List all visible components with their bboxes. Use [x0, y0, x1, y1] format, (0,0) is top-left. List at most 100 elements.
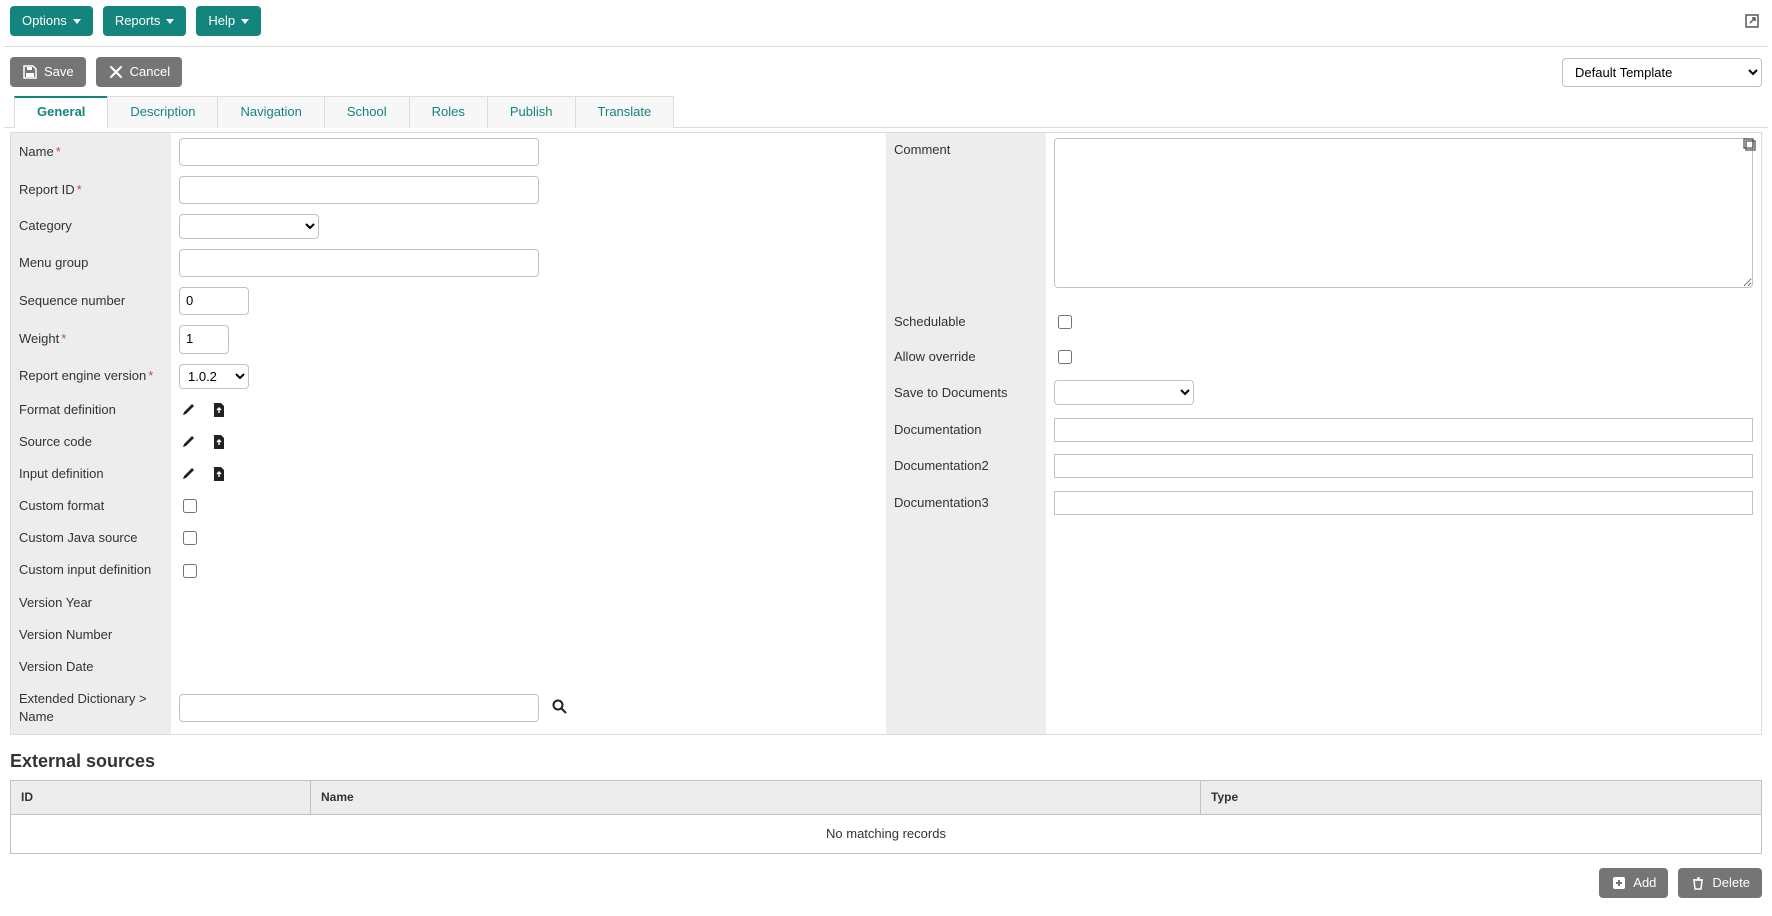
external-sources-table: ID Name Type No matching records [10, 780, 1762, 854]
template-select[interactable]: Default Template [1562, 58, 1762, 87]
action-bar: Save Cancel Default Template [4, 47, 1768, 95]
caret-down-icon [241, 19, 249, 24]
category-select[interactable] [179, 214, 319, 239]
schedulable-checkbox[interactable] [1058, 315, 1072, 329]
pencil-icon [181, 402, 197, 418]
caret-down-icon [73, 19, 81, 24]
label-menu-group: Menu group [11, 244, 171, 282]
tab-general[interactable]: General [14, 96, 108, 127]
label-weight: Weight* [11, 320, 171, 358]
format-definition-edit-button[interactable] [179, 400, 199, 420]
sequence-number-input[interactable] [179, 287, 249, 315]
allow-override-checkbox[interactable] [1058, 350, 1072, 364]
options-menu-button[interactable]: Options [10, 6, 93, 36]
cancel-button[interactable]: Cancel [96, 57, 182, 87]
top-menu-bar: Options Reports Help [4, 4, 1768, 47]
form-right-column: Comment Schedulable Allow override Save … [886, 133, 1761, 734]
custom-java-source-checkbox[interactable] [183, 531, 197, 545]
label-extended-dictionary-name: Extended Dictionary > Name [11, 683, 171, 733]
save-to-documents-select[interactable] [1054, 380, 1194, 405]
label-documentation3: Documentation3 [886, 485, 1046, 522]
add-label: Add [1633, 874, 1656, 892]
label-comment: Comment [886, 133, 1046, 305]
pencil-icon [181, 434, 197, 450]
search-icon [551, 698, 569, 716]
documentation-input[interactable] [1054, 418, 1753, 442]
label-custom-format: Custom format [11, 490, 171, 522]
trash-icon [1690, 875, 1706, 891]
label-source-code: Source code [11, 426, 171, 458]
tab-publish[interactable]: Publish [487, 96, 576, 127]
input-definition-upload-button[interactable] [209, 464, 229, 484]
save-icon [22, 64, 38, 80]
column-header-name[interactable]: Name [311, 781, 1201, 815]
right-column-filler [1046, 521, 1761, 733]
label-documentation: Documentation [886, 411, 1046, 448]
label-name: Name* [11, 133, 171, 171]
comment-textarea[interactable] [1054, 138, 1753, 288]
label-sequence-number: Sequence number [11, 282, 171, 320]
label-category: Category [11, 209, 171, 244]
copy-icon[interactable] [1742, 137, 1757, 157]
file-upload-icon [211, 402, 227, 418]
tab-strip: GeneralDescriptionNavigationSchoolRolesP… [4, 95, 1768, 127]
label-allow-override: Allow override [886, 340, 1046, 375]
close-icon [108, 64, 124, 80]
custom-input-definition-checkbox[interactable] [183, 564, 197, 578]
label-custom-input-definition: Custom input definition [11, 554, 171, 586]
label-report-engine-version: Report engine version* [11, 359, 171, 394]
column-header-type[interactable]: Type [1201, 781, 1761, 815]
reports-menu-button[interactable]: Reports [103, 6, 187, 36]
options-label: Options [22, 12, 67, 30]
help-menu-button[interactable]: Help [196, 6, 261, 36]
tab-school[interactable]: School [324, 96, 410, 127]
external-sources-empty-row: No matching records [11, 815, 1761, 853]
tab-translate[interactable]: Translate [575, 96, 675, 127]
save-button[interactable]: Save [10, 57, 86, 87]
external-sources-heading: External sources [10, 749, 1762, 774]
report-id-input[interactable] [179, 176, 539, 204]
label-version-year: Version Year [11, 587, 171, 619]
menu-group-input[interactable] [179, 249, 539, 277]
tab-navigation[interactable]: Navigation [217, 96, 324, 127]
version-number-value [171, 619, 886, 651]
external-sources-header-row: ID Name Type [11, 781, 1761, 815]
report-engine-version-select[interactable]: 1.0.2 [179, 364, 249, 389]
form-left-column: Name* Report ID* Category Menu group Seq… [11, 133, 886, 734]
popout-icon[interactable] [1742, 11, 1762, 31]
version-year-value [171, 587, 886, 619]
tab-description[interactable]: Description [107, 96, 218, 127]
name-input[interactable] [179, 138, 539, 166]
cancel-label: Cancel [130, 63, 170, 81]
add-button[interactable]: Add [1599, 868, 1668, 898]
caret-down-icon [166, 19, 174, 24]
documentation3-input[interactable] [1054, 491, 1753, 515]
source-code-edit-button[interactable] [179, 432, 199, 452]
label-documentation2: Documentation2 [886, 448, 1046, 485]
help-label: Help [208, 12, 235, 30]
format-definition-upload-button[interactable] [209, 400, 229, 420]
extended-dictionary-name-input[interactable] [179, 694, 539, 722]
source-code-upload-button[interactable] [209, 432, 229, 452]
delete-label: Delete [1712, 874, 1750, 892]
label-custom-java-source: Custom Java source [11, 522, 171, 554]
column-header-id[interactable]: ID [11, 781, 311, 815]
plus-icon [1611, 875, 1627, 891]
tab-roles[interactable]: Roles [409, 96, 488, 127]
external-sources-actions: Add Delete [4, 854, 1768, 912]
weight-input[interactable] [179, 325, 229, 353]
label-format-definition: Format definition [11, 394, 171, 426]
form-panel: Name* Report ID* Category Menu group Seq… [10, 132, 1762, 735]
right-column-filler-label [886, 521, 1046, 733]
extended-dictionary-search-button[interactable] [549, 696, 571, 721]
version-date-value [171, 651, 886, 683]
delete-button[interactable]: Delete [1678, 868, 1762, 898]
label-version-date: Version Date [11, 651, 171, 683]
label-save-to-documents: Save to Documents [886, 374, 1046, 411]
input-definition-edit-button[interactable] [179, 464, 199, 484]
reports-label: Reports [115, 12, 161, 30]
file-upload-icon [211, 466, 227, 482]
documentation2-input[interactable] [1054, 454, 1753, 478]
label-version-number: Version Number [11, 619, 171, 651]
custom-format-checkbox[interactable] [183, 499, 197, 513]
